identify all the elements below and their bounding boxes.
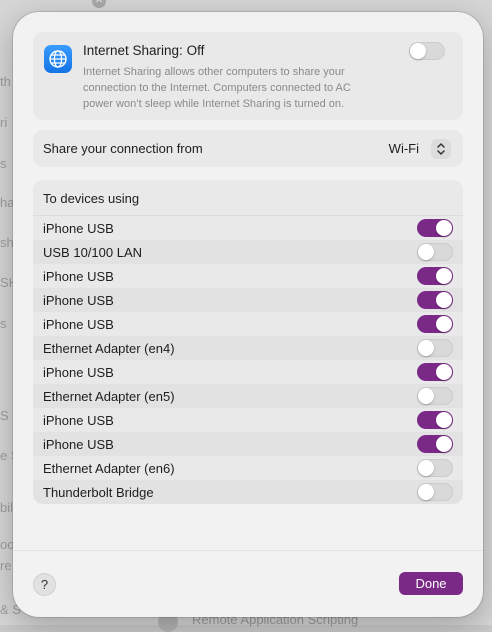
toggle-knob	[418, 244, 434, 260]
device-name: Ethernet Adapter (en6)	[43, 461, 175, 476]
device-row: Ethernet Adapter (en6)	[33, 456, 463, 480]
device-toggle[interactable]	[417, 315, 453, 333]
device-name: USB 10/100 LAN	[43, 245, 143, 260]
device-name: iPhone USB	[43, 365, 114, 380]
toggle-knob	[436, 316, 452, 332]
bg-fragment: sh	[0, 235, 14, 250]
share-from-label: Share your connection from	[43, 141, 203, 156]
device-name: iPhone USB	[43, 293, 114, 308]
device-name: iPhone USB	[43, 413, 114, 428]
device-name: Ethernet Adapter (en5)	[43, 389, 175, 404]
device-row: Ethernet Adapter (en4)	[33, 336, 463, 360]
bg-fragment: S	[0, 408, 9, 423]
device-name: iPhone USB	[43, 269, 114, 284]
device-toggle[interactable]	[417, 411, 453, 429]
device-row: Thunderbolt Bridge	[33, 480, 463, 504]
device-row: iPhone USB	[33, 216, 463, 240]
device-row: Ethernet Adapter (en5)	[33, 384, 463, 408]
device-toggle[interactable]	[417, 219, 453, 237]
device-row: iPhone USB	[33, 288, 463, 312]
toggle-knob	[436, 292, 452, 308]
device-name: Thunderbolt Bridge	[43, 485, 154, 500]
bg-fragment: s	[0, 316, 7, 331]
toggle-knob	[418, 460, 434, 476]
toggle-knob	[418, 388, 434, 404]
device-row: iPhone USB	[33, 360, 463, 384]
divider	[13, 550, 483, 551]
toggle-knob	[436, 364, 452, 380]
devices-card: To devices using iPhone USB USB 10/100 LA…	[33, 180, 463, 504]
device-toggle[interactable]	[417, 483, 453, 501]
device-toggle[interactable]	[417, 459, 453, 477]
bg-fragment: re	[0, 558, 12, 573]
internet-sharing-toggle[interactable]	[409, 42, 445, 60]
close-icon: ✕	[92, 0, 106, 8]
toggle-knob	[418, 484, 434, 500]
internet-sharing-title: Internet Sharing: Off	[83, 43, 205, 58]
devices-header: To devices using	[43, 191, 140, 206]
device-name: Ethernet Adapter (en4)	[43, 341, 175, 356]
share-from-row: Share your connection from Wi-Fi	[33, 130, 463, 167]
device-toggle[interactable]	[417, 339, 453, 357]
device-name: iPhone USB	[43, 221, 114, 236]
internet-sharing-description: Internet Sharing allows other computers …	[83, 66, 351, 110]
toggle-knob	[410, 43, 426, 59]
device-toggle[interactable]	[417, 243, 453, 261]
chevron-updown-icon[interactable]	[431, 139, 451, 159]
device-row: iPhone USB	[33, 408, 463, 432]
device-toggle[interactable]	[417, 435, 453, 453]
internet-sharing-card: Internet Sharing: Off Internet Sharing a…	[33, 32, 463, 120]
toggle-knob	[436, 436, 452, 452]
bg-fragment: s	[0, 156, 7, 171]
bg-fragment: ri	[0, 115, 8, 130]
device-toggle[interactable]	[417, 291, 453, 309]
toggle-knob	[436, 268, 452, 284]
device-name: iPhone USB	[43, 437, 114, 452]
done-button[interactable]: Done	[399, 572, 463, 595]
devices-list: iPhone USB USB 10/100 LAN iPhone USB iPhone…	[33, 216, 463, 504]
share-from-select[interactable]: Wi-Fi	[389, 141, 419, 156]
device-row: iPhone USB	[33, 312, 463, 336]
bg-fragment: bil	[0, 500, 14, 515]
toggle-knob	[436, 412, 452, 428]
device-toggle[interactable]	[417, 387, 453, 405]
bg-fragment: th	[0, 74, 11, 89]
globe-icon	[44, 45, 72, 73]
toggle-knob	[418, 340, 434, 356]
device-name: iPhone USB	[43, 317, 114, 332]
device-toggle[interactable]	[417, 363, 453, 381]
device-row: USB 10/100 LAN	[33, 240, 463, 264]
device-row: iPhone USB	[33, 432, 463, 456]
device-toggle[interactable]	[417, 267, 453, 285]
device-row: iPhone USB	[33, 264, 463, 288]
internet-sharing-sheet: Internet Sharing: Off Internet Sharing a…	[13, 12, 483, 617]
toggle-knob	[436, 220, 452, 236]
help-button[interactable]: ?	[33, 573, 56, 596]
